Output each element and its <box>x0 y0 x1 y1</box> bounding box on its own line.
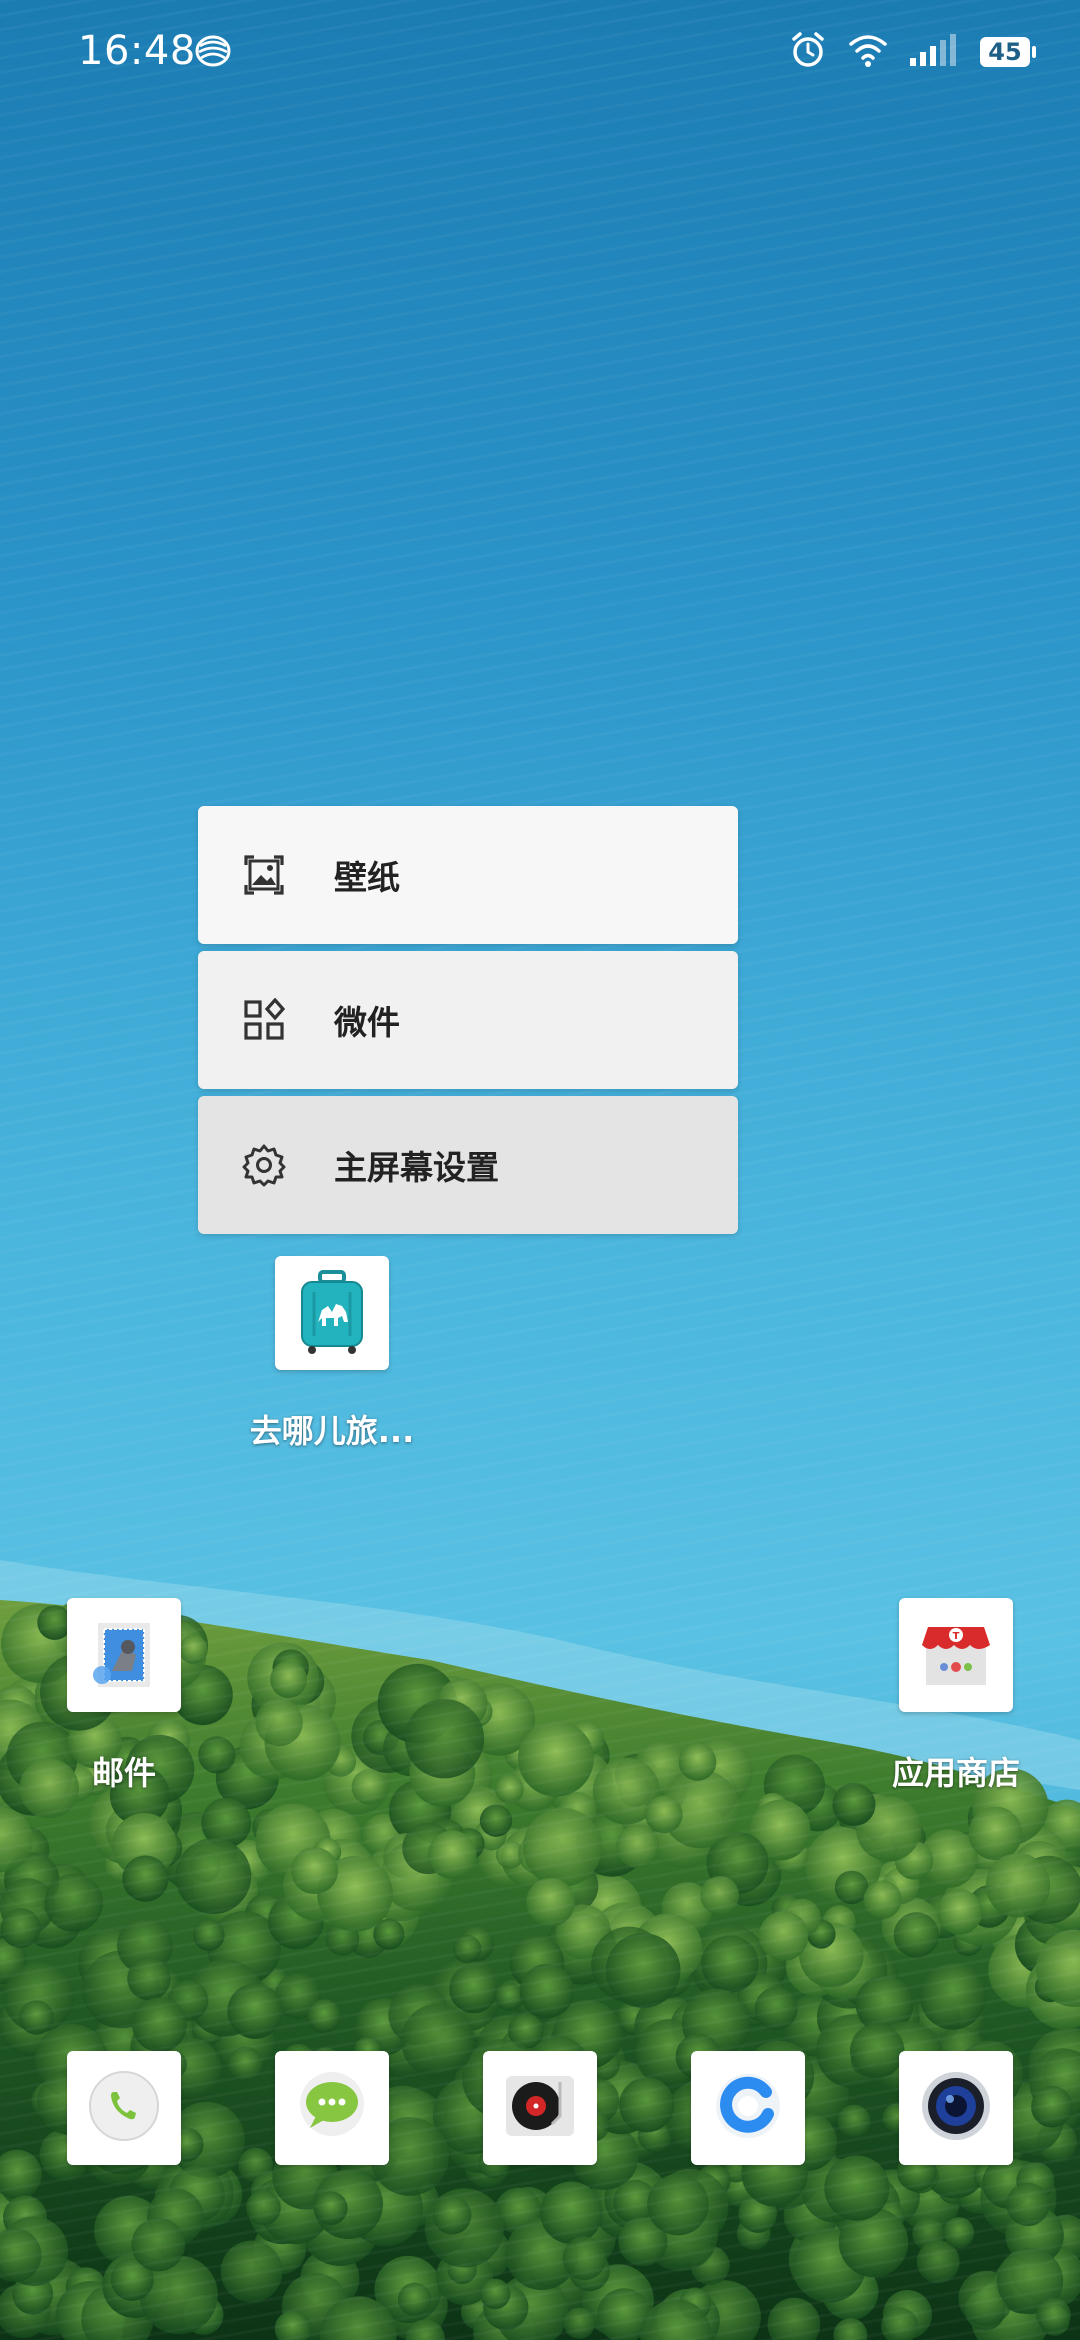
dock-music[interactable] <box>483 2051 597 2165</box>
menu-item-label: 微件 <box>334 1003 400 1042</box>
widgets-icon <box>242 998 286 1042</box>
battery-level: 45 <box>988 38 1022 66</box>
app-label: 去哪儿旅... <box>249 1412 415 1450</box>
suitcase-camel-icon <box>275 1256 389 1370</box>
app-store-icon: T <box>899 1598 1013 1712</box>
app-label: 应用商店 <box>891 1754 1020 1792</box>
mail-icon <box>67 1598 181 1712</box>
carrier-icon <box>194 34 232 72</box>
wifi-icon <box>848 32 888 72</box>
camera-icon <box>916 2066 996 2150</box>
home-context-menu: 壁纸 微件 主屏幕设置 <box>198 806 738 1241</box>
svg-text:T: T <box>953 1631 960 1642</box>
browser-icon <box>708 2066 788 2150</box>
app-qunar[interactable]: 去哪儿旅... <box>232 1256 432 1452</box>
alarm-icon <box>788 30 828 74</box>
app-label: 邮件 <box>91 1754 156 1792</box>
menu-item-widgets[interactable]: 微件 <box>198 951 738 1089</box>
battery-icon: 45 <box>980 37 1036 67</box>
dock-phone[interactable] <box>67 2051 181 2165</box>
phone-icon <box>86 2068 162 2148</box>
music-icon <box>500 2066 580 2150</box>
gear-icon <box>242 1143 286 1187</box>
status-bar: 16:48 45 <box>0 0 1080 110</box>
clock: 16:48 <box>78 28 196 74</box>
dock-camera[interactable] <box>899 2051 1013 2165</box>
wallpaper-icon <box>242 853 286 897</box>
menu-item-wallpaper[interactable]: 壁纸 <box>198 806 738 944</box>
dock-browser[interactable] <box>691 2051 805 2165</box>
home-screen: 16:48 45 壁纸 微件 主屏幕设置 去哪儿旅... 邮件 T 应用商店 <box>0 0 1080 2340</box>
menu-item-label: 主屏幕设置 <box>334 1148 499 1187</box>
app-store[interactable]: T 应用商店 <box>856 1598 1056 1794</box>
dock-messages[interactable] <box>275 2051 389 2165</box>
app-mail[interactable]: 邮件 <box>24 1598 224 1794</box>
signal-icon <box>908 32 960 72</box>
menu-item-home-settings[interactable]: 主屏幕设置 <box>198 1096 738 1234</box>
messages-icon <box>292 2068 372 2148</box>
menu-item-label: 壁纸 <box>334 858 400 897</box>
